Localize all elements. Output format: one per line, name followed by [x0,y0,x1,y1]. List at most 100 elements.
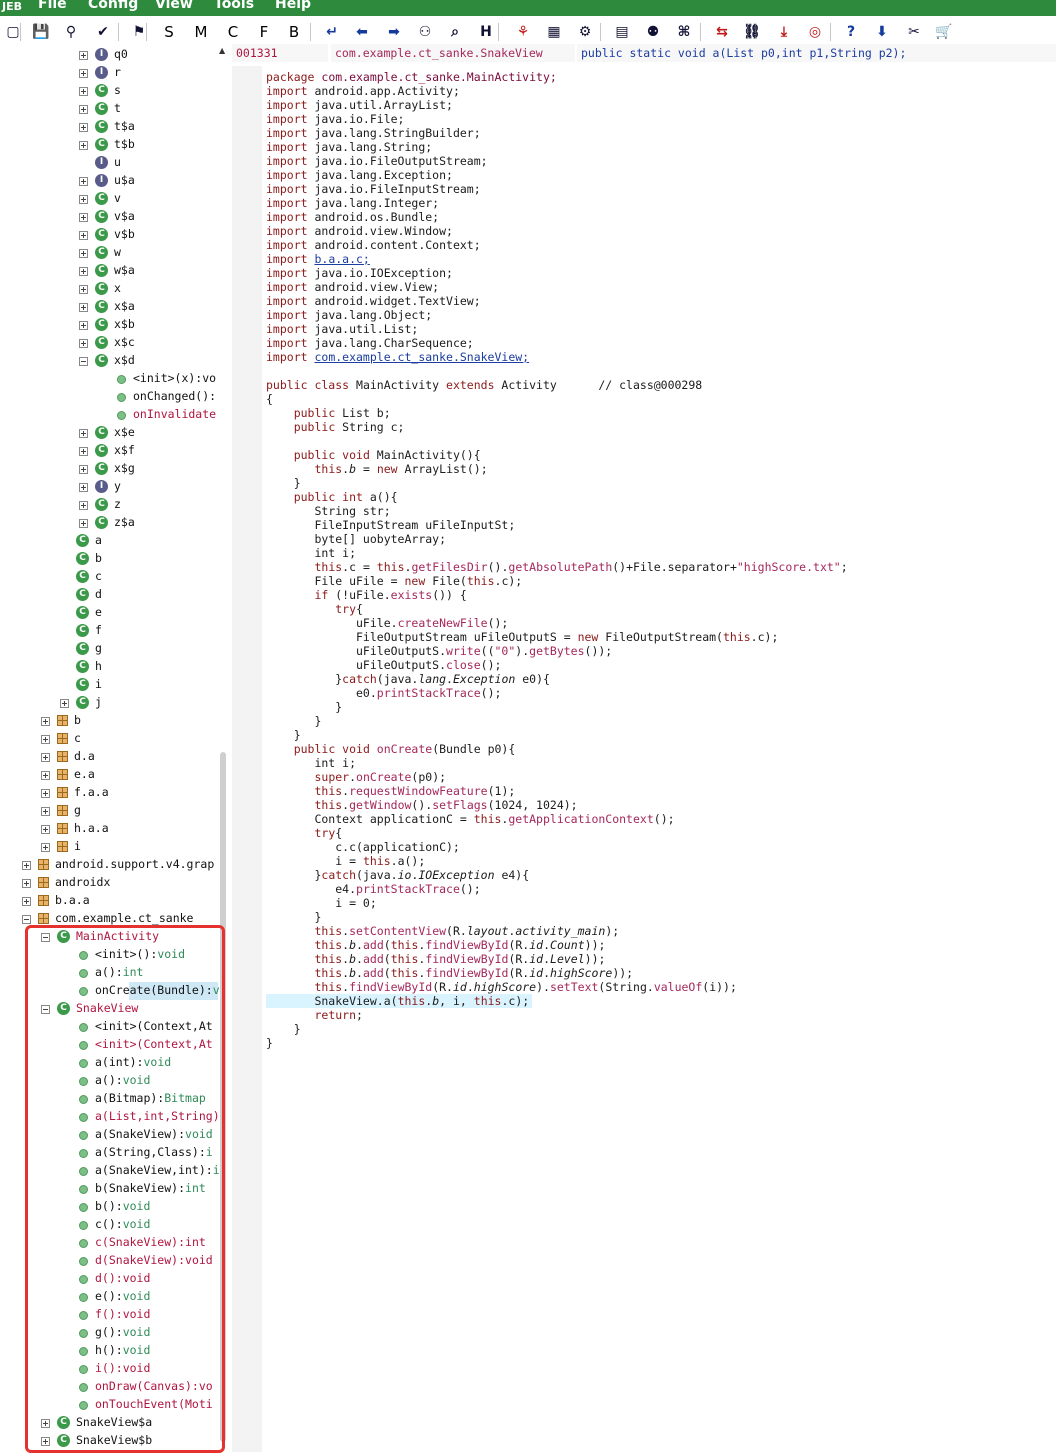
collapse-icon[interactable] [22,915,31,924]
properties-icon[interactable]: ⚲ [60,21,82,43]
forward-arrow-icon[interactable]: ➡ [383,21,405,43]
expand-icon[interactable] [79,249,88,258]
tree-class-item[interactable]: Cx$e [0,424,218,442]
tree-class-item[interactable]: Cs [0,82,218,100]
expand-icon[interactable] [79,339,88,348]
tree-package-item[interactable]: g [0,802,218,820]
tree-class-item[interactable]: Cx$d [0,352,218,370]
gamepad-icon[interactable]: ⚇ [414,21,436,43]
tree-class-item[interactable]: Cc [0,568,218,586]
tree-package-item[interactable]: f.a.a [0,784,218,802]
download-icon[interactable]: ⬇ [871,21,893,43]
tree-class-item[interactable]: Ci [0,676,218,694]
xml-icon[interactable]: ▤ [611,21,633,43]
expand-icon[interactable] [79,213,88,222]
expand-icon[interactable] [60,699,69,708]
tree-package-item[interactable]: b [0,712,218,730]
chain-icon[interactable]: ⛓ [741,21,763,43]
expand-icon[interactable] [41,771,50,780]
toolbar-s-button[interactable]: S [158,21,180,43]
tree-class-item[interactable]: Ct$b [0,136,218,154]
collapse-icon[interactable] [79,357,88,366]
help-icon[interactable]: ? [840,21,862,43]
tree-class-item[interactable]: Iq0 [0,46,218,64]
toolbar-b-button[interactable]: B [283,21,305,43]
tree-class-item[interactable]: Cv [0,190,218,208]
command-icon[interactable]: ⌘ [673,21,695,43]
back-arrow-icon[interactable]: ⬅ [351,21,373,43]
tree-class-item[interactable]: Cw$a [0,262,218,280]
expand-icon[interactable] [41,825,50,834]
jump-icon[interactable]: ↵ [321,21,343,43]
expand-icon[interactable] [79,303,88,312]
expand-icon[interactable] [79,429,88,438]
tree-class-item[interactable]: Cx$f [0,442,218,460]
graph-icon[interactable]: ⚘ [512,21,534,43]
expand-icon[interactable] [79,177,88,186]
expand-icon[interactable] [22,861,31,870]
expand-icon[interactable] [41,789,50,798]
tree-class-item[interactable]: Cj [0,694,218,712]
expand-icon[interactable] [41,843,50,852]
tree-package-item[interactable]: b.a.a [0,892,218,910]
expand-icon[interactable] [79,321,88,330]
tree-class-item[interactable]: Cv$a [0,208,218,226]
tree-method-item[interactable]: <init>(x):vo [0,370,218,388]
grid-icon[interactable]: ▦ [543,21,565,43]
tree-class-item[interactable]: Cv$b [0,226,218,244]
tree-class-item[interactable]: Ch [0,658,218,676]
header-icon[interactable]: H [475,21,497,43]
menu-help[interactable]: Help [275,0,311,12]
expand-icon[interactable] [79,69,88,78]
tree-package-item[interactable]: d.a [0,748,218,766]
expand-icon[interactable] [22,879,31,888]
expand-icon[interactable] [79,465,88,474]
expand-icon[interactable] [79,519,88,528]
toolbar-m-button[interactable]: M [190,21,212,43]
scroll-up-arrow-icon[interactable]: ▲ [219,46,227,55]
tree-class-item[interactable]: Cw [0,244,218,262]
tree-method-item[interactable]: onChanged(): [0,388,218,406]
cart-icon[interactable]: 🛒 [933,21,955,43]
tree-class-item[interactable]: Cz [0,496,218,514]
tree-class-item[interactable]: Ca [0,532,218,550]
tree-class-item[interactable]: Iy [0,478,218,496]
tree-package-item[interactable]: e.a [0,766,218,784]
tree-class-item[interactable]: Cz$a [0,514,218,532]
tree-method-item[interactable]: onInvalidate [0,406,218,424]
tree-package-item[interactable]: i [0,838,218,856]
tree-package-item[interactable]: c [0,730,218,748]
tree-package-item[interactable]: android.support.v4.grap [0,856,218,874]
tree-class-item[interactable]: Cx$g [0,460,218,478]
search-icon[interactable]: ⌕ [444,21,466,43]
expand-icon[interactable] [79,141,88,150]
spy-icon[interactable]: ✂ [903,21,925,43]
tree-class-item[interactable]: Ct [0,100,218,118]
tree-package-item[interactable]: androidx [0,874,218,892]
expand-icon[interactable] [41,735,50,744]
menu-config[interactable]: Config [88,0,138,12]
expand-icon[interactable] [22,897,31,906]
tree-class-item[interactable]: Iu [0,154,218,172]
tree-class-item[interactable]: Cg [0,640,218,658]
expand-icon[interactable] [79,51,88,60]
tree-class-item[interactable]: Cd [0,586,218,604]
expand-icon[interactable] [79,267,88,276]
menu-tools[interactable]: Tools [214,0,254,12]
expand-icon[interactable] [79,285,88,294]
expand-icon[interactable] [79,501,88,510]
menu-view[interactable]: View [155,0,193,12]
download-red-icon[interactable]: ⤓ [773,21,795,43]
tree-package-item[interactable]: h.a.a [0,820,218,838]
android-icon[interactable]: ⚉ [642,21,664,43]
settings-icon[interactable]: ⚙ [574,21,596,43]
expand-icon[interactable] [79,483,88,492]
fingerprint-icon[interactable]: ◎ [804,21,826,43]
tree-class-item[interactable]: Cf [0,622,218,640]
tree-class-item[interactable]: Cb [0,550,218,568]
tree-class-item[interactable]: Cx$c [0,334,218,352]
toolbar-f-button[interactable]: F [253,21,275,43]
tree-class-item[interactable]: Cx [0,280,218,298]
expand-icon[interactable] [79,195,88,204]
tree-class-item[interactable]: Ir [0,64,218,82]
